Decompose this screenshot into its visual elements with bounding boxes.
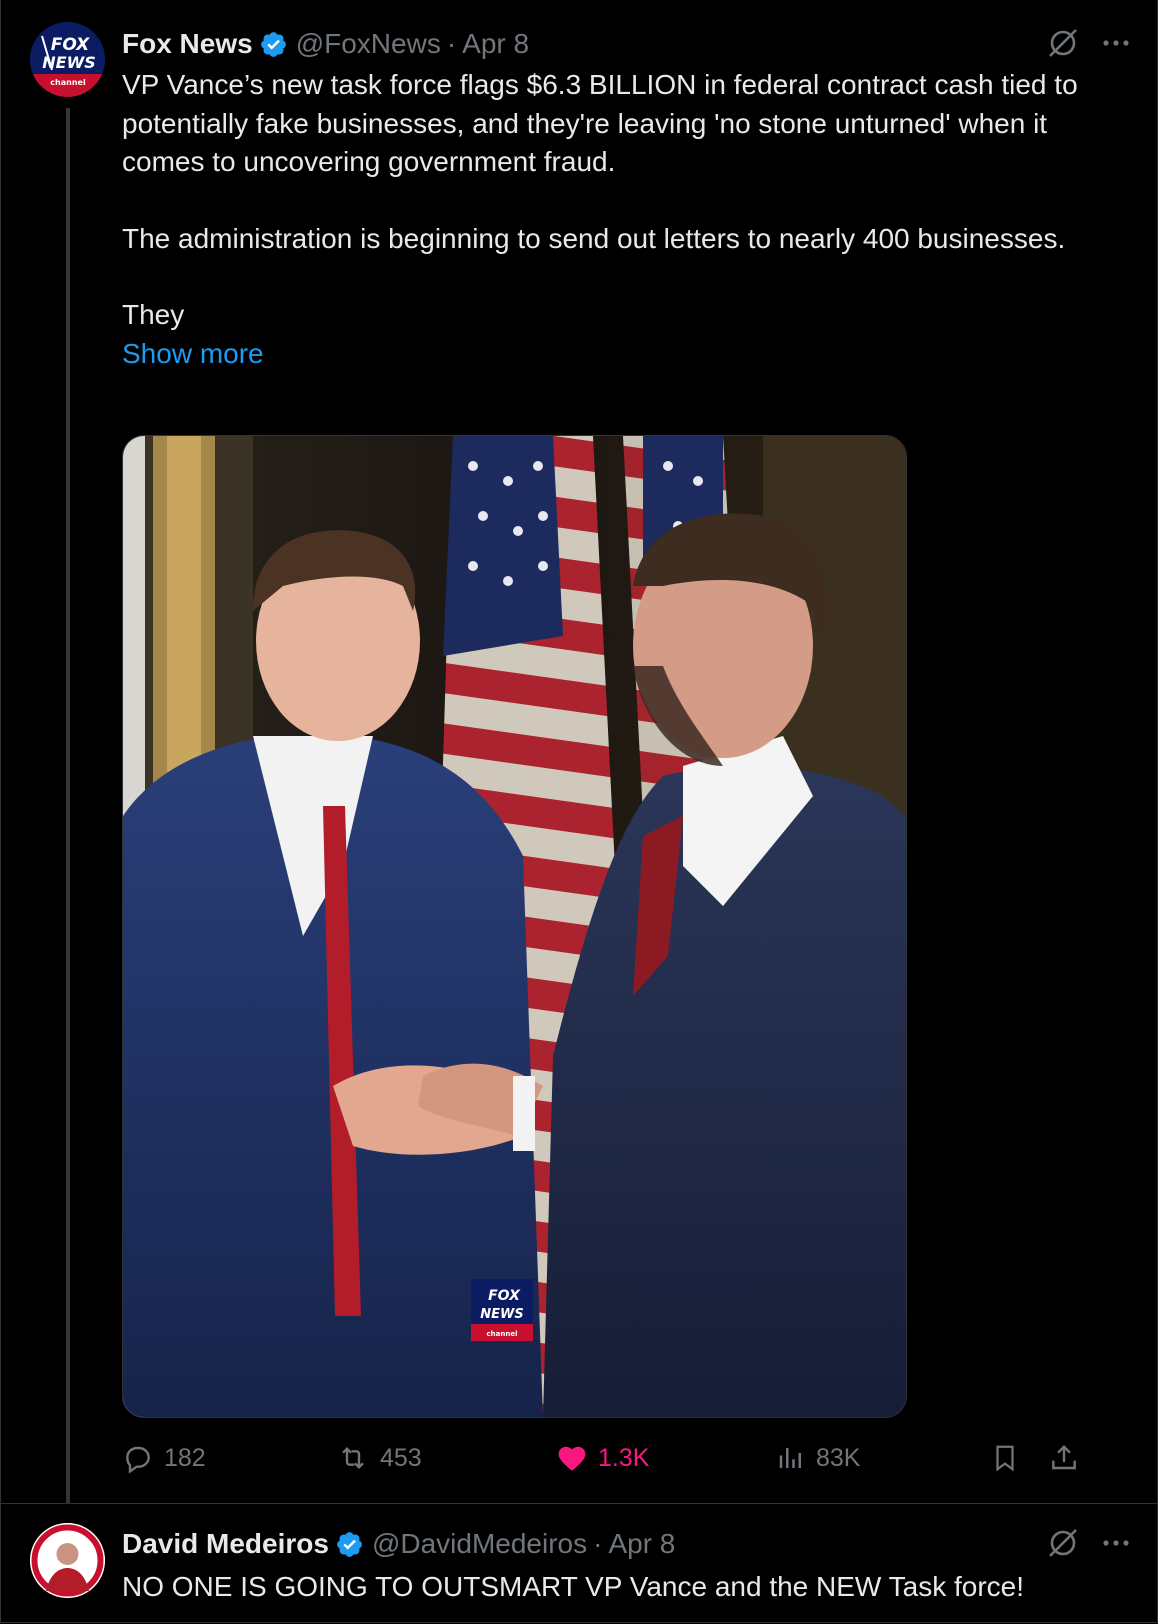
tweet-paragraph-3: They <box>122 299 185 330</box>
tweet-divider <box>0 1503 1158 1504</box>
svg-text:FOX: FOX <box>51 35 90 55</box>
svg-text:FOX: FOX <box>488 1288 521 1304</box>
svg-text:channel: channel <box>50 78 86 87</box>
reply-time[interactable]: Apr 8 <box>608 1528 675 1560</box>
tweet-paragraph-1: VP Vance’s new task force flags $6.3 BIL… <box>122 69 1078 177</box>
reply-top-actions <box>1046 1526 1130 1560</box>
david-medeiros-avatar[interactable] <box>30 1523 105 1598</box>
share-button[interactable] <box>1048 1438 1080 1478</box>
reply-icon <box>126 1446 150 1474</box>
tweet-paragraph-2: The administration is beginning to send … <box>122 222 1066 254</box>
more-icon[interactable] <box>1102 38 1130 48</box>
reply-count: 182 <box>164 1443 206 1472</box>
bookmark-button[interactable] <box>990 1438 1020 1478</box>
like-count: 1.3K <box>598 1443 650 1472</box>
svg-text:channel: channel <box>487 1330 518 1338</box>
tweet-time[interactable]: Apr 8 <box>462 28 529 60</box>
tweet-top-actions <box>1046 26 1130 60</box>
svg-text:NEWS: NEWS <box>480 1307 523 1322</box>
grok-icon[interactable] <box>1046 1526 1080 1560</box>
reply-button[interactable]: 182 <box>122 1438 206 1478</box>
author-name[interactable]: Fox News <box>122 28 253 60</box>
reply-author-handle[interactable]: @DavidMedeiros <box>372 1528 587 1560</box>
reply-author-name[interactable]: David Medeiros <box>122 1528 329 1560</box>
reply-header: David Medeiros @DavidMedeiros · Apr 8 <box>122 1524 675 1564</box>
tweet-actions: 182 453 1.3K 83K <box>122 1438 1132 1478</box>
views-count: 83K <box>816 1443 861 1472</box>
repost-icon <box>342 1446 364 1470</box>
fox-news-watermark-icon: FOX NEWS channel <box>471 1279 533 1341</box>
show-more-link[interactable]: Show more <box>122 335 1132 374</box>
like-button[interactable]: 1.3K <box>556 1438 649 1478</box>
verified-badge-icon <box>260 31 286 57</box>
more-icon[interactable] <box>1102 1538 1130 1548</box>
profile-photo <box>30 1523 105 1598</box>
handshake-photo: FOX NEWS channel <box>123 436 906 1417</box>
verified-badge-icon <box>337 1531 362 1557</box>
separator-dot: · <box>593 1528 603 1559</box>
repost-count: 453 <box>380 1443 422 1472</box>
views-icon <box>779 1448 801 1468</box>
grok-icon[interactable] <box>1046 26 1080 60</box>
repost-button[interactable]: 453 <box>336 1438 422 1478</box>
author-handle[interactable]: @FoxNews <box>296 28 441 60</box>
views-button[interactable]: 83K <box>776 1438 860 1478</box>
bookmark-icon <box>996 1445 1014 1472</box>
tweet-header: Fox News @FoxNews · Apr 8 <box>122 24 529 64</box>
separator-dot: · <box>446 28 457 59</box>
heart-icon <box>558 1446 586 1471</box>
tweet-media-photo[interactable]: FOX NEWS channel <box>122 435 907 1418</box>
reply-text: NO ONE IS GOING TO OUTSMART VP Vance and… <box>122 1571 1025 1602</box>
share-icon <box>1052 1444 1076 1470</box>
thread-line <box>66 108 70 1503</box>
fox-news-logo-icon: FOX NEWS channel <box>30 22 105 97</box>
fox-news-avatar[interactable]: FOX NEWS channel <box>30 22 105 97</box>
tweet-text: VP Vance’s new task force flags $6.3 BIL… <box>122 66 1132 373</box>
